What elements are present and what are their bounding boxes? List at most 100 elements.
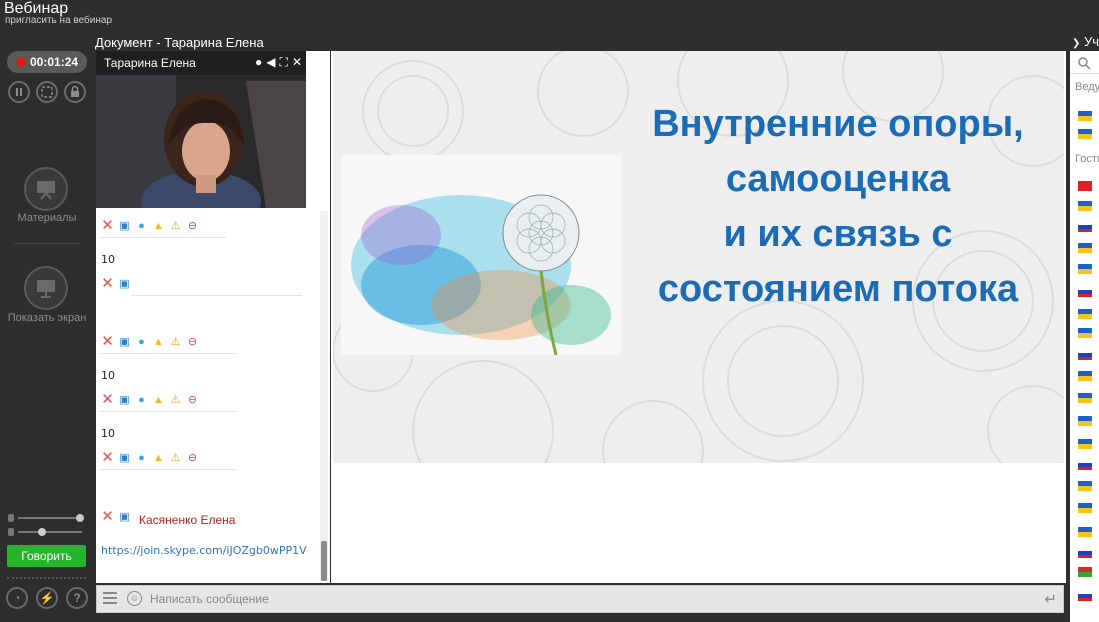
monitor-icon xyxy=(37,280,55,298)
chat-scrollbar-thumb[interactable] xyxy=(321,541,327,581)
fullscreen-button[interactable] xyxy=(36,81,58,103)
delete-icon[interactable]: ✕ xyxy=(100,334,115,350)
participant-flag-by xyxy=(1078,567,1092,577)
presenter-video[interactable]: Тарарина Елена ● ◀ ⛶ ✕ xyxy=(96,51,306,231)
message-input[interactable]: Написать сообщение xyxy=(150,592,269,606)
copy-icon[interactable]: ▣ xyxy=(117,277,132,292)
materials-button[interactable] xyxy=(24,167,68,211)
close-icon[interactable]: ✕ xyxy=(292,55,302,70)
chat-message: 10 xyxy=(101,253,115,266)
participants-title-label: Участники xyxy=(1084,34,1099,49)
pause-button[interactable] xyxy=(8,81,30,103)
ban-icon[interactable]: ⊖ xyxy=(185,219,200,234)
recording-timer[interactable]: 00:01:24 xyxy=(7,51,87,73)
ban-icon[interactable]: ⊖ xyxy=(185,393,200,408)
notify-icon[interactable]: ▲ xyxy=(151,451,166,466)
delete-icon[interactable]: ✕ xyxy=(100,450,115,466)
presentation-icon xyxy=(37,181,55,200)
copy-icon[interactable]: ▣ xyxy=(117,335,132,350)
message-divider xyxy=(100,237,226,238)
share-screen-button[interactable] xyxy=(24,266,68,310)
participant-flag-ua xyxy=(1078,416,1092,426)
record-icon xyxy=(16,57,26,67)
participant-flag-ua xyxy=(1078,264,1092,274)
volume-slider[interactable] xyxy=(18,514,84,522)
chat-scrollbar[interactable] xyxy=(320,211,328,581)
menu-icon[interactable] xyxy=(103,592,117,606)
pause-icon xyxy=(16,88,22,96)
document-title: Документ - Тарарина Елена xyxy=(95,35,264,50)
slide-title: Внутренние опоры, самооценка и их связь … xyxy=(623,97,1053,317)
send-icon[interactable]: ↵ xyxy=(1044,590,1057,608)
talk-button[interactable]: Говорить xyxy=(7,545,86,567)
participant-flag-ua xyxy=(1078,309,1092,319)
speaker-icon xyxy=(8,514,14,522)
participant-flag-ru xyxy=(1078,548,1092,558)
mic-slider[interactable] xyxy=(18,528,82,536)
volume-slider-knob[interactable] xyxy=(76,514,84,522)
emoji-icon[interactable]: ☺ xyxy=(127,591,142,606)
message-link[interactable]: https://join.skype.com/iJOZgb0wPP1V xyxy=(101,544,307,557)
copy-icon[interactable]: ▣ xyxy=(117,393,132,408)
notify-icon[interactable]: ▲ xyxy=(151,219,166,234)
participant-flag-ua xyxy=(1078,243,1092,253)
delete-icon[interactable]: ✕ xyxy=(100,218,115,234)
warning-icon[interactable]: ⚠ xyxy=(168,393,183,408)
ban-icon[interactable]: ⊖ xyxy=(185,451,200,466)
presentation-slide: Внутренние опоры, самооценка и их связь … xyxy=(333,51,1064,463)
reply-icon[interactable]: ● xyxy=(134,393,149,408)
copy-icon[interactable]: ▣ xyxy=(117,510,132,525)
document-viewer: Внутренние опоры, самооценка и их связь … xyxy=(331,51,1066,583)
toolbar-divider xyxy=(14,243,80,244)
webinar-app: Вебинар пригласить на вебинар Документ -… xyxy=(0,0,1099,622)
reply-icon[interactable]: ● xyxy=(134,219,149,234)
warning-icon[interactable]: ⚠ xyxy=(168,451,183,466)
participant-flag-ru xyxy=(1078,591,1092,601)
message-actions: ✕ ▣ xyxy=(100,276,132,293)
participant-flag-ru xyxy=(1078,460,1092,470)
tools-icon[interactable]: ⚡ xyxy=(36,587,58,609)
participant-flag-ua xyxy=(1078,328,1092,338)
chat-panel: Тарарина Елена ● ◀ ⛶ ✕ ✕ ▣ ● ▲ ⚠ ⊖ 10 ✕ … xyxy=(96,51,330,583)
dandelion-image xyxy=(341,155,621,355)
slide-title-line: Внутренние опоры, xyxy=(652,103,1024,145)
warning-icon[interactable]: ⚠ xyxy=(168,219,183,234)
slide-title-line: состоянием потока xyxy=(657,268,1019,310)
delete-icon[interactable]: ✕ xyxy=(100,276,115,292)
help-icon[interactable]: ? xyxy=(66,587,88,609)
chat-message: 10 xyxy=(101,427,115,440)
expand-icon[interactable]: ⛶ xyxy=(280,55,288,70)
participant-flag-ru xyxy=(1078,350,1092,360)
invite-link[interactable]: пригласить на вебинар xyxy=(5,15,112,26)
chevron-right-icon[interactable]: ❯ xyxy=(1072,38,1080,49)
delete-icon[interactable]: ✕ xyxy=(100,392,115,408)
pin-icon[interactable]: ● xyxy=(255,55,262,70)
ban-icon[interactable]: ⊖ xyxy=(185,335,200,350)
participants-search[interactable] xyxy=(1070,51,1099,74)
delete-icon[interactable]: ✕ xyxy=(100,509,115,525)
copy-icon[interactable]: ▣ xyxy=(117,219,132,234)
materials-label: Материалы xyxy=(17,212,77,224)
reply-icon[interactable]: ● xyxy=(134,451,149,466)
slide-title-line: самооценка xyxy=(725,158,951,200)
speed-icon[interactable]: ◔ xyxy=(6,587,28,609)
participant-flag-ua xyxy=(1078,129,1092,139)
notify-icon[interactable]: ▲ xyxy=(151,335,166,350)
copy-icon[interactable]: ▣ xyxy=(117,451,132,466)
message-divider xyxy=(100,353,236,354)
reply-icon[interactable]: ● xyxy=(134,335,149,350)
volume-icon[interactable]: ◀ xyxy=(266,55,275,70)
message-actions: ✕ ▣ ● ▲ ⚠ ⊖ xyxy=(100,218,200,235)
participant-flag-ua xyxy=(1078,393,1092,403)
lock-icon xyxy=(71,85,79,97)
message-actions: ✕ ▣ ● ▲ ⚠ ⊖ xyxy=(100,392,200,409)
section-guests: Гости xyxy=(1075,153,1099,165)
warning-icon[interactable]: ⚠ xyxy=(168,335,183,350)
mic-slider-knob[interactable] xyxy=(38,528,46,536)
participant-flag-ua xyxy=(1078,371,1092,381)
video-controls: ● ◀ ⛶ ✕ xyxy=(255,55,302,70)
notify-icon[interactable]: ▲ xyxy=(151,393,166,408)
participants-panel: Ведущие Гости xyxy=(1070,51,1099,622)
lock-button[interactable] xyxy=(64,81,86,103)
section-hosts: Ведущие xyxy=(1075,81,1099,93)
